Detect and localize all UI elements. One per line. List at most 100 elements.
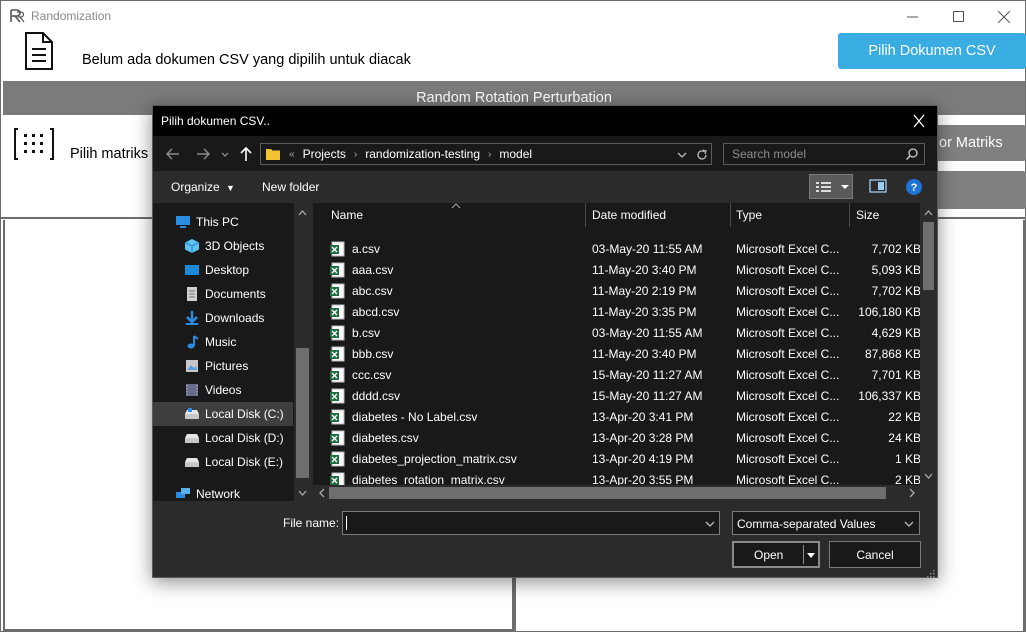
navigation-scroll-thumb[interactable] bbox=[296, 348, 309, 478]
file-name-input[interactable] bbox=[342, 511, 720, 535]
nav-item-3d-objects[interactable]: 3D Objects bbox=[153, 234, 293, 258]
view-options-button[interactable] bbox=[809, 174, 853, 199]
file-row[interactable]: a.csv 03-May-20 11:55 AM Microsoft Excel C… bbox=[313, 238, 921, 259]
nav-item-local-disk-c[interactable]: Local Disk (C:) bbox=[153, 402, 293, 426]
file-row[interactable]: ccc.csv 15-May-20 11:27 AM Microsoft Excel… bbox=[313, 364, 921, 385]
minimize-button[interactable] bbox=[889, 1, 935, 32]
nav-item-label: This PC bbox=[196, 215, 239, 229]
column-header-name[interactable]: Name bbox=[331, 203, 363, 227]
file-name-label: File name: bbox=[283, 516, 340, 530]
cancel-button[interactable]: Cancel bbox=[829, 541, 921, 568]
file-name-dropdown-icon[interactable] bbox=[704, 518, 716, 530]
file-list-vertical-scrollbar[interactable] bbox=[920, 203, 937, 485]
pick-matrix-button-label: or Matriks bbox=[939, 135, 1003, 151]
file-row[interactable]: diabetes_projection_matrix.csv 13-Apr-20 … bbox=[313, 448, 921, 469]
horizontal-scroll-thumb[interactable] bbox=[329, 487, 886, 499]
nav-item-this-pc[interactable]: This PC bbox=[153, 210, 293, 234]
text-caret bbox=[346, 516, 347, 530]
back-arrow-icon[interactable] bbox=[164, 145, 182, 163]
column-separator[interactable] bbox=[849, 203, 850, 227]
split-divider bbox=[803, 545, 804, 564]
file-type-select[interactable]: Comma-separated Values bbox=[732, 511, 920, 535]
excel-file-icon bbox=[330, 325, 345, 341]
file-row[interactable]: dddd.csv 15-May-20 11:27 AM Microsoft Exce… bbox=[313, 385, 921, 406]
dialog-close-icon[interactable] bbox=[909, 112, 929, 130]
column-header-date[interactable]: Date modified bbox=[592, 203, 666, 227]
file-name: diabetes_projection_matrix.csv bbox=[352, 452, 517, 466]
column-separator[interactable] bbox=[585, 203, 586, 227]
nav-item-documents[interactable]: Documents bbox=[153, 282, 293, 306]
close-button[interactable] bbox=[981, 1, 1026, 32]
maximize-button[interactable] bbox=[935, 1, 981, 32]
nav-item-desktop[interactable]: Desktop bbox=[153, 258, 293, 282]
new-folder-button[interactable]: New folder bbox=[262, 180, 319, 194]
breadcrumb-separator: › bbox=[488, 148, 492, 160]
file-type: Microsoft Excel C... bbox=[736, 389, 840, 403]
file-name: abcd.csv bbox=[352, 305, 400, 319]
nav-item-videos[interactable]: Videos bbox=[153, 378, 293, 402]
up-arrow-icon[interactable] bbox=[237, 145, 255, 163]
scroll-up-icon[interactable] bbox=[294, 206, 311, 220]
address-dropdown-icon[interactable] bbox=[676, 149, 688, 161]
file-row[interactable]: abcd.csv 11-May-20 3:35 PM Microsoft Excel… bbox=[313, 301, 921, 322]
open-button[interactable]: Open bbox=[732, 541, 820, 568]
nav-item-local-disk-e[interactable]: Local Disk (E:) bbox=[153, 450, 293, 474]
preview-pane-icon[interactable] bbox=[869, 179, 887, 193]
file-row[interactable]: bbb.csv 11-May-20 3:40 PM Microsoft Excel … bbox=[313, 343, 921, 364]
breadcrumb-randomization-testing[interactable]: randomization-testing bbox=[361, 147, 484, 161]
file-row[interactable]: aaa.csv 11-May-20 3:40 PM Microsoft Excel … bbox=[313, 259, 921, 280]
desktop-icon bbox=[185, 265, 199, 275]
column-header-type[interactable]: Type bbox=[736, 203, 762, 227]
column-separator[interactable] bbox=[730, 203, 731, 227]
breadcrumb-separator: › bbox=[353, 148, 358, 160]
drive-icon bbox=[185, 434, 199, 443]
breadcrumb-projects[interactable]: Projects bbox=[299, 147, 350, 161]
organize-menu[interactable]: Organize ▼ bbox=[171, 180, 235, 194]
file-name: ccc.csv bbox=[352, 368, 392, 382]
file-type: Microsoft Excel C... bbox=[736, 242, 840, 256]
open-button-label: Open bbox=[754, 548, 784, 562]
column-header-size[interactable]: Size bbox=[856, 203, 879, 227]
search-icon bbox=[905, 148, 918, 161]
drive-icon bbox=[185, 408, 199, 419]
forward-arrow-icon[interactable] bbox=[194, 145, 212, 163]
scroll-left-icon[interactable] bbox=[315, 485, 329, 501]
pick-csv-button[interactable]: Pilih Dokumen CSV bbox=[838, 33, 1026, 69]
file-date: 15-May-20 11:27 AM bbox=[592, 368, 703, 382]
close-icon bbox=[998, 10, 1010, 23]
scroll-down-icon[interactable] bbox=[920, 469, 937, 483]
file-row[interactable]: diabetes - No Label.csv 13-Apr-20 3:41 PM… bbox=[313, 406, 921, 427]
file-list-horizontal-scrollbar[interactable] bbox=[313, 485, 937, 501]
file-list-scroll-thumb[interactable] bbox=[923, 222, 934, 290]
nav-item-network[interactable]: Network bbox=[153, 482, 293, 501]
address-bar[interactable]: « Projects › randomization-testing › mod… bbox=[260, 143, 712, 165]
file-row[interactable]: b.csv 03-May-20 11:55 AM Microsoft Excel C… bbox=[313, 322, 921, 343]
open-dropdown-icon[interactable] bbox=[805, 549, 817, 561]
refresh-icon[interactable] bbox=[695, 148, 709, 162]
breadcrumb-model[interactable]: model bbox=[495, 147, 536, 161]
help-icon[interactable]: ? bbox=[905, 178, 923, 196]
excel-file-icon bbox=[330, 241, 345, 257]
file-size: 106,180 KB bbox=[858, 305, 921, 319]
nav-item-pictures[interactable]: Pictures bbox=[153, 354, 293, 378]
secondary-button[interactable] bbox=[923, 171, 1026, 209]
nav-item-downloads[interactable]: Downloads bbox=[153, 306, 293, 330]
scroll-up-icon[interactable] bbox=[920, 206, 937, 220]
resize-grip-icon[interactable] bbox=[925, 568, 935, 578]
scroll-down-icon[interactable] bbox=[294, 486, 311, 500]
pick-matrix-button[interactable]: or Matriks bbox=[923, 125, 1026, 161]
dialog-title: Pilih dokumen CSV.. bbox=[161, 114, 270, 128]
search-input[interactable]: Search model bbox=[723, 143, 925, 165]
file-row[interactable]: diabetes.csv 13-Apr-20 3:28 PM Microsoft E… bbox=[313, 427, 921, 448]
recent-locations-chevron-icon[interactable] bbox=[219, 145, 231, 163]
nav-item-music[interactable]: Music bbox=[153, 330, 293, 354]
excel-file-icon bbox=[330, 262, 345, 278]
scroll-right-icon[interactable] bbox=[905, 485, 919, 501]
navigation-scrollbar[interactable] bbox=[294, 203, 311, 501]
nav-item-label: Music bbox=[205, 335, 237, 349]
file-date: 13-Apr-20 3:28 PM bbox=[592, 431, 694, 445]
file-row[interactable]: abc.csv 11-May-20 2:19 PM Microsoft Excel … bbox=[313, 280, 921, 301]
nav-item-local-disk-d[interactable]: Local Disk (D:) bbox=[153, 426, 293, 450]
file-type: Microsoft Excel C... bbox=[736, 263, 840, 277]
breadcrumb-overflow[interactable]: « bbox=[285, 149, 299, 160]
